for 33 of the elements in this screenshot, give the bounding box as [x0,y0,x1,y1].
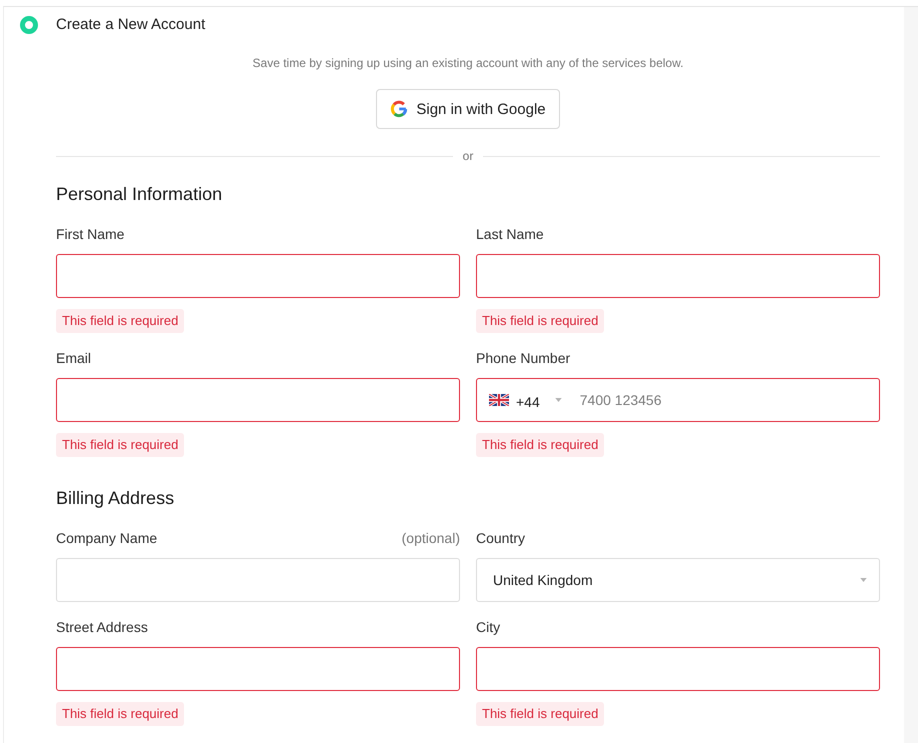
field-label: Country [476,529,526,547]
text-field[interactable] [476,254,880,298]
field-label: Company Name [56,529,158,547]
field-label: City [476,618,500,636]
flag-icon [489,394,509,406]
optional-hint: (optional) [402,529,460,547]
error-message: This field is required [476,433,604,457]
country-select[interactable]: United Kingdom [476,558,880,602]
error-message: This field is required [56,309,184,333]
divider-text: or [462,148,474,164]
intro-text: Save time by signing up using an existing account with any of the services below. [252,55,684,71]
text-field[interactable] [56,647,460,691]
error-message: This field is required [476,702,604,726]
field-label: First Name [56,225,124,243]
field-label: Street Address [56,618,148,636]
field-label: Phone Number [476,349,570,367]
google-sign-in-button[interactable]: Sign in with Google [376,89,560,129]
text-field[interactable] [56,254,460,298]
text-field[interactable] [476,647,880,691]
field-label: Email [56,349,92,367]
step-title: Create a New Account [56,16,206,34]
country-code-button[interactable]: +44 [489,390,562,410]
phone-field[interactable]: +44 7400 123456 [476,378,880,422]
error-message: This field is required [56,433,184,457]
field-label: Last Name [476,225,544,243]
section-heading: Personal Information [56,183,224,206]
error-message: This field is required [56,702,184,726]
text-field[interactable] [56,378,460,422]
caret-icon [554,398,562,402]
error-message: This field is required [476,309,604,333]
caret-icon [860,578,867,582]
section-heading: Billing Address [56,487,176,510]
g-logo-icon [390,100,408,118]
